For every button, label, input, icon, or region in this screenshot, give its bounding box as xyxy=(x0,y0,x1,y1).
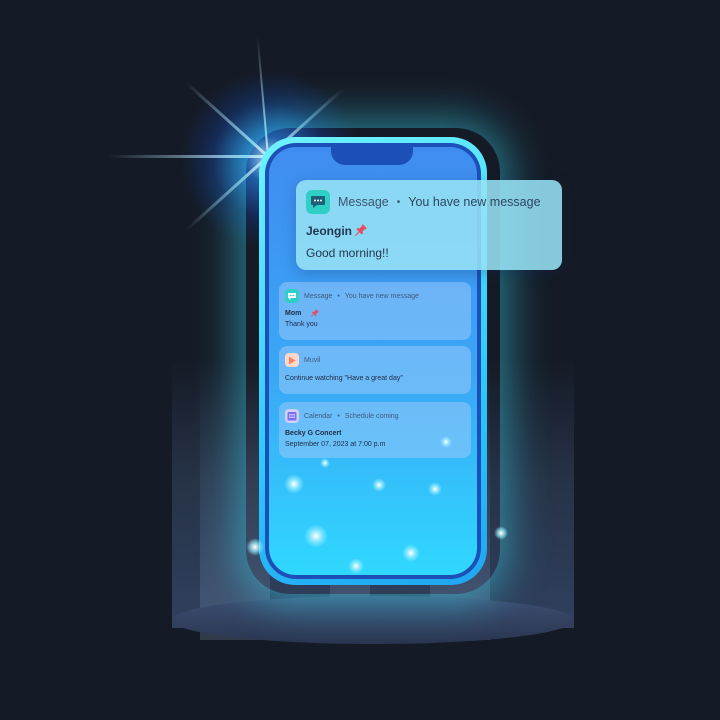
sparkle xyxy=(304,524,328,548)
chat-bubble-icon xyxy=(306,190,330,214)
floating-app-name: Message xyxy=(338,195,389,209)
floating-notification[interactable]: Message • You have new message Jeongin G… xyxy=(296,180,562,270)
notification-video[interactable]: Muvil Continue watching "Have a great da… xyxy=(279,346,471,394)
floating-summary: You have new message xyxy=(408,195,541,209)
calendar-icon xyxy=(285,409,299,423)
sparkle xyxy=(372,478,386,492)
play-icon xyxy=(285,353,299,367)
notification-app-name: Message xyxy=(304,292,333,300)
notification-body: Thank you xyxy=(285,321,318,328)
separator-dot: • xyxy=(396,196,401,208)
notification-app-name: Calendar xyxy=(304,412,333,420)
notification-summary: You have new message xyxy=(344,292,419,300)
pin-icon xyxy=(355,224,368,239)
sparkle xyxy=(494,526,508,540)
sparkle xyxy=(348,558,364,574)
notification-app-name: Muvil xyxy=(304,356,321,364)
sparkle xyxy=(246,538,264,556)
sparkle xyxy=(428,482,442,496)
notification-title: Mom xyxy=(285,309,302,317)
sparkle xyxy=(440,436,452,448)
separator-dot: • xyxy=(337,412,340,420)
phone-notch xyxy=(331,147,413,165)
notification-message[interactable]: Message • You have new message Mom Thank… xyxy=(279,282,471,340)
pin-icon xyxy=(311,309,320,317)
illustration-stage: Message • You have new message Mom Thank… xyxy=(0,0,720,720)
pedestal xyxy=(172,596,574,644)
sparkle xyxy=(402,544,420,562)
separator-dot: • xyxy=(337,292,340,300)
sparkle xyxy=(284,474,304,494)
notification-summary: Schedule coming xyxy=(344,412,399,420)
notification-title: Becky G Concert xyxy=(285,430,342,437)
flare-ray xyxy=(108,155,268,158)
notification-body: Continue watching "Have a great day" xyxy=(285,375,403,382)
chat-bubble-icon xyxy=(285,289,299,303)
floating-message-text: Good morning!! xyxy=(306,246,389,261)
notification-calendar[interactable]: Calendar • Schedule coming Becky G Conce… xyxy=(279,402,471,458)
notification-body: September 07, 2023 at 7:00 p.m xyxy=(285,441,386,448)
sparkle xyxy=(320,458,330,468)
floating-sender: Jeongin xyxy=(306,224,353,238)
